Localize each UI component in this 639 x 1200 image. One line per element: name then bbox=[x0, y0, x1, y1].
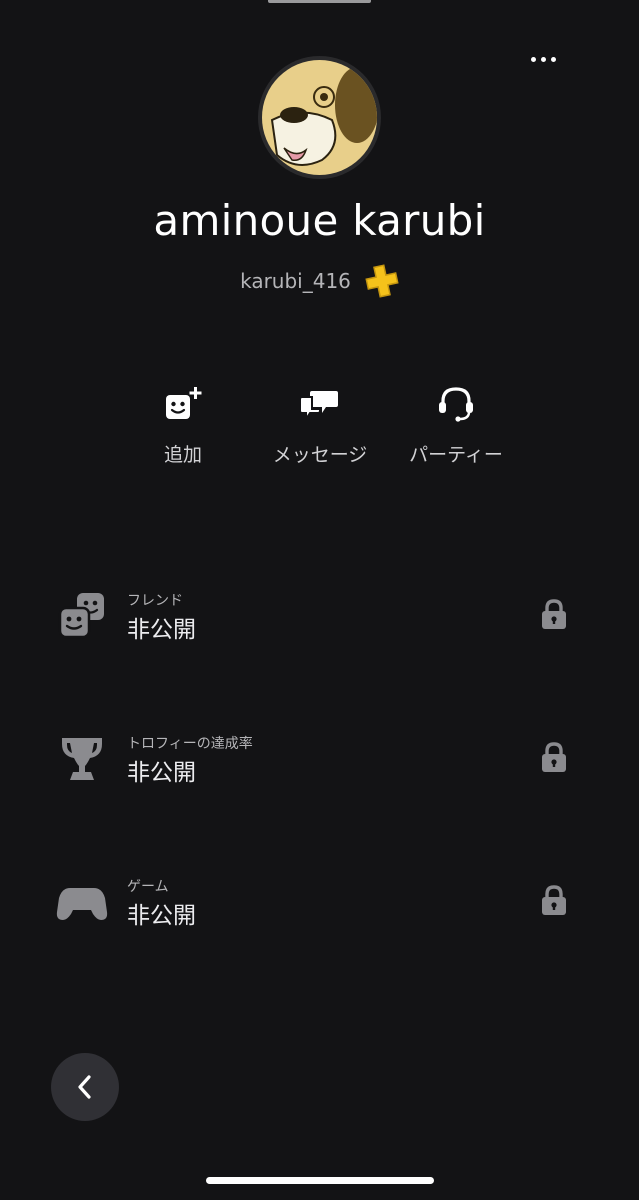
action-label: パーティー bbox=[409, 444, 503, 466]
action-label: メッセージ bbox=[272, 444, 368, 466]
section-caption: トロフィーの達成率 bbox=[127, 736, 253, 752]
section-caption: フレンド bbox=[127, 593, 183, 609]
headset-icon bbox=[434, 378, 478, 428]
lock-icon bbox=[542, 742, 566, 772]
avatar bbox=[258, 56, 381, 179]
section-value: 非公開 bbox=[127, 903, 196, 929]
message-icon bbox=[298, 378, 342, 428]
gamepad-icon bbox=[56, 876, 108, 928]
section-value: 非公開 bbox=[127, 617, 196, 643]
profile-display-name: aminoue karubi bbox=[153, 196, 486, 245]
party-button[interactable]: パーティー bbox=[386, 378, 526, 467]
more-dot bbox=[530, 56, 536, 62]
add-friend-button[interactable]: 追加 bbox=[113, 378, 253, 467]
more-dot bbox=[540, 56, 546, 62]
lock-icon bbox=[542, 885, 566, 915]
friends-icon bbox=[56, 590, 108, 642]
action-bar: 追加 メッセージ パーティー bbox=[0, 378, 639, 478]
top-grabber bbox=[268, 0, 371, 3]
message-button[interactable]: メッセージ bbox=[250, 378, 390, 467]
back-button[interactable] bbox=[51, 1053, 119, 1121]
more-options-button[interactable] bbox=[520, 44, 566, 74]
more-dot bbox=[550, 56, 556, 62]
section-value: 非公開 bbox=[127, 760, 196, 786]
trophy-row[interactable]: トロフィーの達成率 非公開 bbox=[0, 733, 639, 823]
games-row[interactable]: ゲーム 非公開 bbox=[0, 876, 639, 966]
friends-row[interactable]: フレンド 非公開 bbox=[0, 590, 639, 680]
trophy-icon bbox=[56, 733, 108, 785]
online-id-row: karubi_416 bbox=[0, 264, 639, 298]
dog-face-avatar-icon bbox=[262, 60, 377, 175]
online-id: karubi_416 bbox=[240, 269, 351, 293]
section-caption: ゲーム bbox=[127, 879, 169, 895]
home-indicator[interactable] bbox=[206, 1177, 434, 1184]
action-label: 追加 bbox=[163, 444, 202, 466]
add-friend-icon bbox=[161, 378, 205, 428]
chevron-left-icon bbox=[78, 1075, 91, 1099]
ps-plus-icon bbox=[365, 264, 399, 298]
lock-icon bbox=[542, 599, 566, 629]
